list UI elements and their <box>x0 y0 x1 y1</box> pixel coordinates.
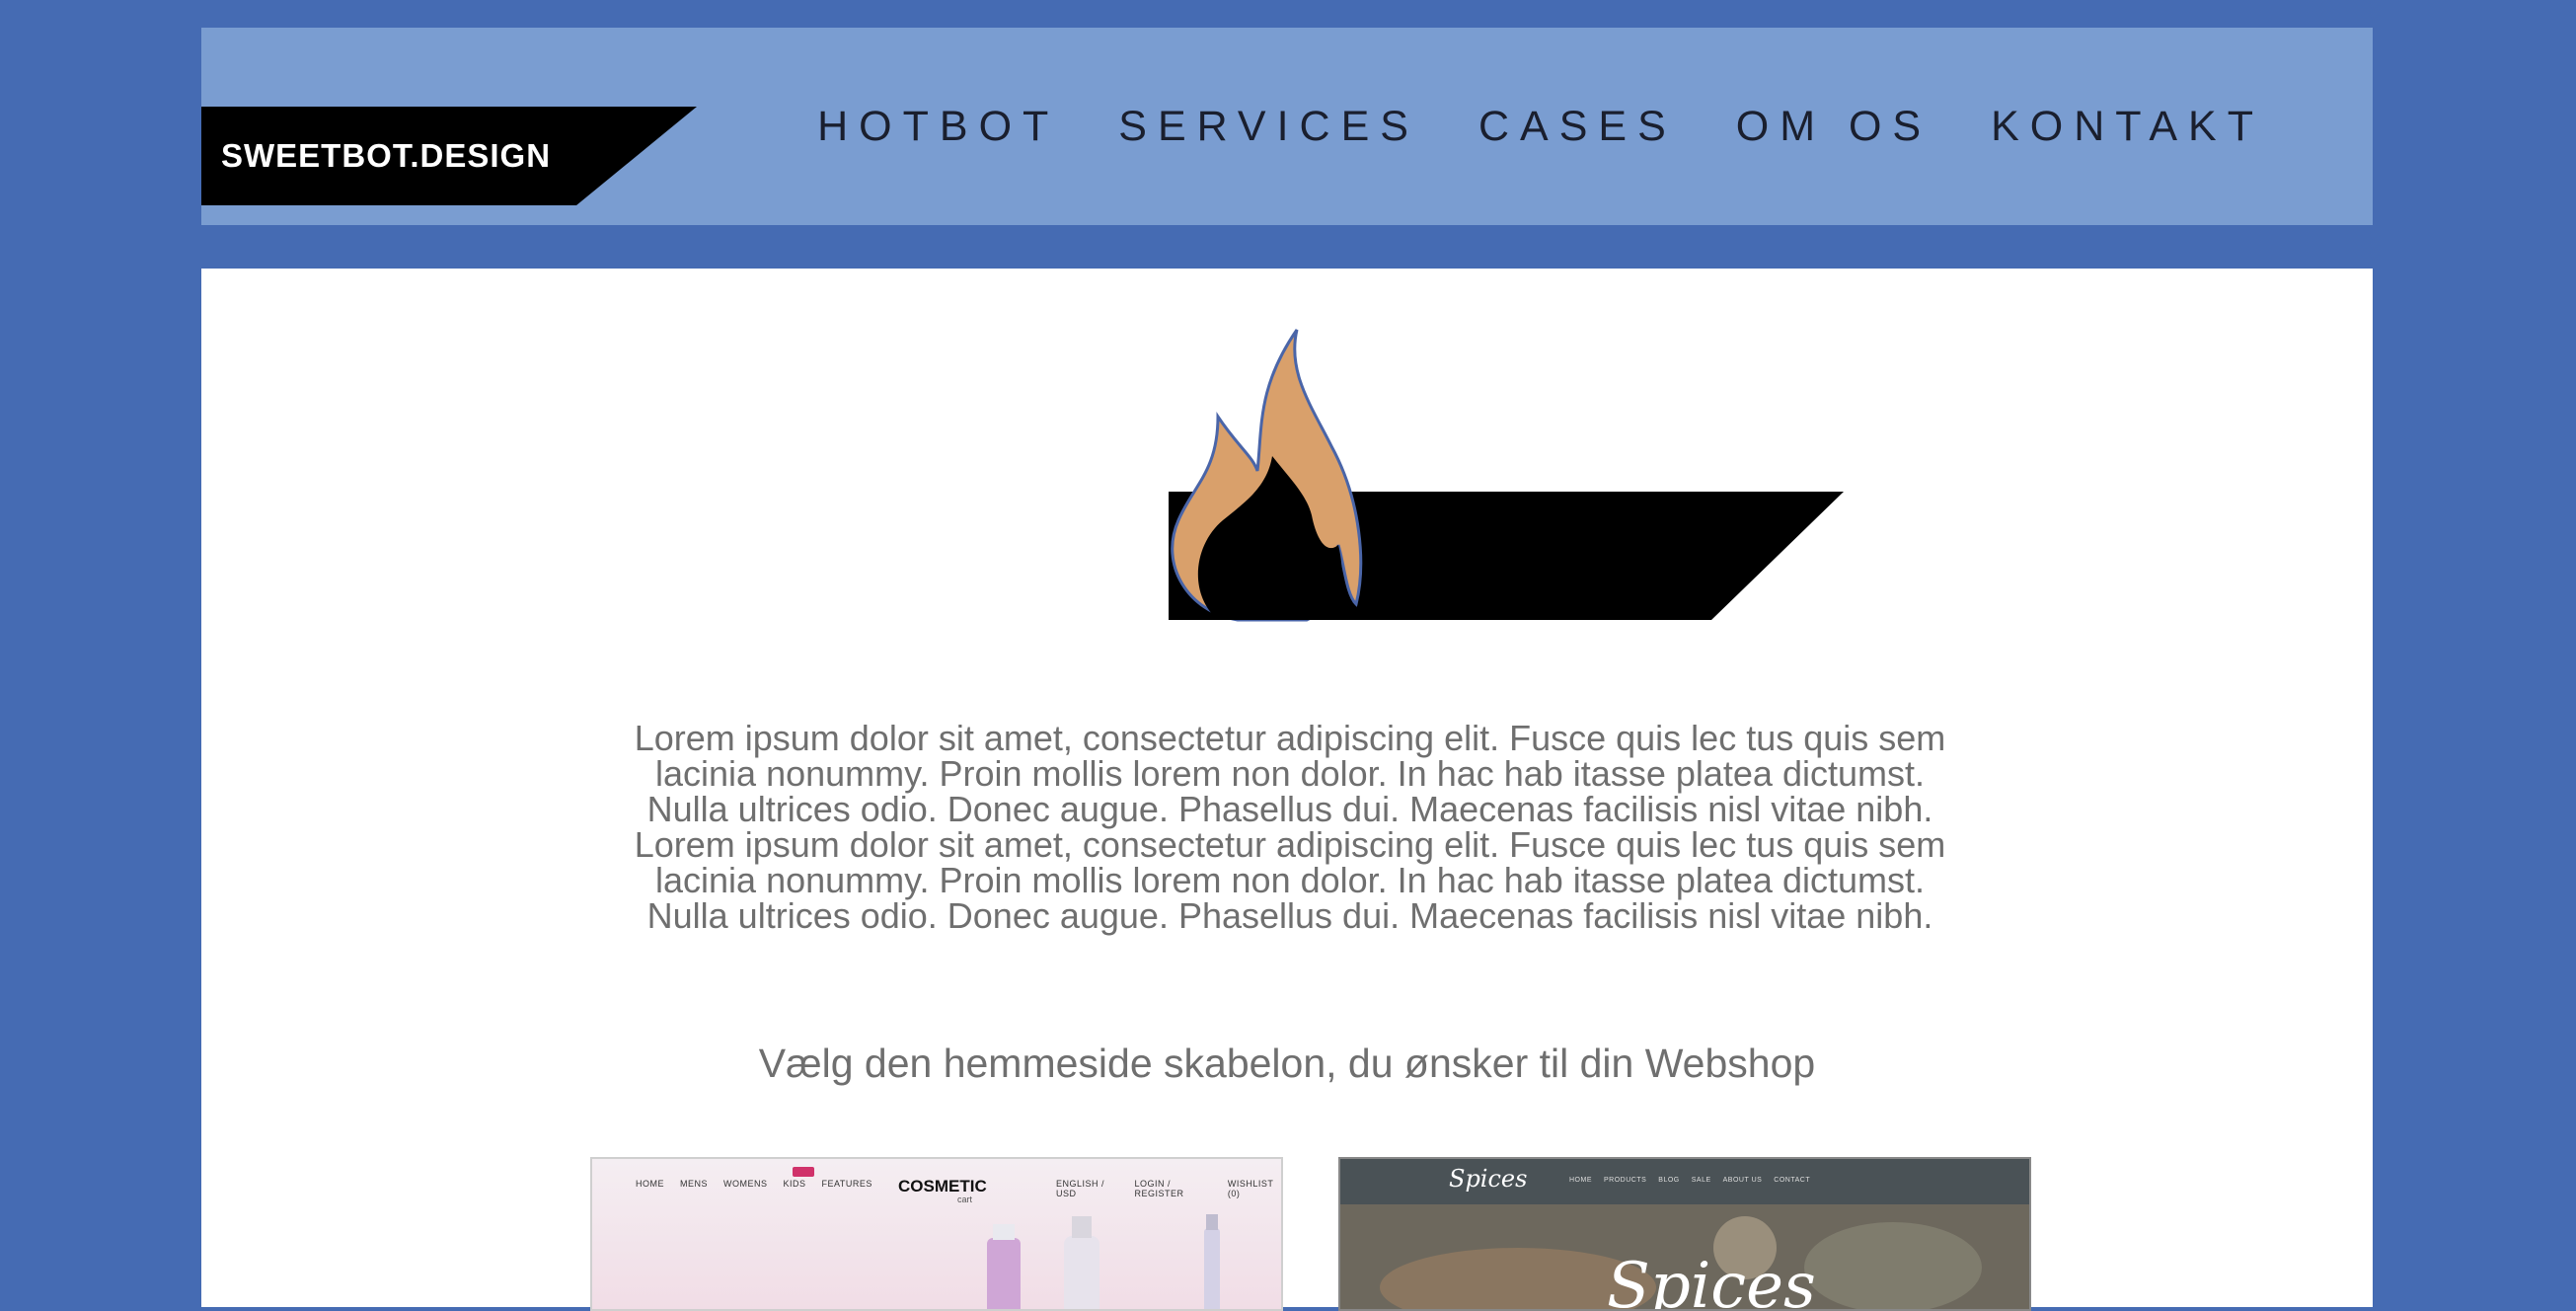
nav-item-kontakt[interactable]: KONTAKT <box>1991 103 2264 151</box>
thumb-nav-item: SALE <box>1691 1177 1711 1184</box>
spices-logo: Spices <box>1449 1165 1528 1193</box>
template-thumbnail-cosmetic[interactable]: HOME MENS WOMENS KIDS FEATURES COSMETIC … <box>590 1157 1283 1311</box>
hotbot-shop-logo: HOTBOT.SHOP <box>971 298 2274 634</box>
thumb-nav-item: BLOG <box>1658 1177 1680 1184</box>
sweetbot-logo[interactable]: SWEETBOT.DESIGN <box>201 107 697 205</box>
nav-item-cases[interactable]: CASES <box>1478 103 1677 151</box>
intro-paragraph: Lorem ipsum dolor sit amet, consectetur … <box>596 721 1984 934</box>
spices-hero-title: Spices <box>1607 1250 1816 1311</box>
intro-line: Lorem ipsum dolor sit amet, consectetur … <box>634 824 1946 865</box>
main-content: HOTBOT.SHOP Lorem ipsum dolor sit amet, … <box>201 269 2373 1311</box>
intro-line: Nulla ultrices odio. Donec augue. Phasel… <box>646 895 1933 936</box>
logo-text: SWEETBOT.DESIGN <box>221 137 552 174</box>
thumb-nav: HOME PRODUCTS BLOG SALE ABOUT US CONTACT <box>1569 1177 1810 1184</box>
intro-line: Nulla ultrices odio. Donec augue. Phasel… <box>646 789 1933 829</box>
thumb-nav-item: ABOUT US <box>1722 1177 1763 1184</box>
nav-item-services[interactable]: SERVICES <box>1118 103 1419 151</box>
thumb-nav-item: HOME <box>1569 1177 1592 1184</box>
main-nav: HOTBOT SERVICES CASES OM OS KONTAKT <box>758 28 2264 225</box>
thumb-nav-item: CONTACT <box>1774 1177 1811 1184</box>
hotbot-shop-text: HOTBOT.SHOP <box>1986 553 2275 595</box>
site-header: SWEETBOT.DESIGN HOTBOT SERVICES CASES OM… <box>201 28 2373 225</box>
cosmetic-products-image <box>987 1214 1220 1309</box>
nav-item-hotbot[interactable]: HOTBOT <box>817 103 1059 151</box>
template-thumbnail-spices[interactable]: Spices HOME PRODUCTS BLOG SALE ABOUT US … <box>1338 1157 2031 1311</box>
nav-item-om-os[interactable]: OM OS <box>1736 103 1932 151</box>
template-prompt: Vælg den hemmeside skabelon, du ønsker t… <box>758 1041 1816 1086</box>
intro-line: lacinia nonummy. Proin mollis lorem non … <box>655 753 1925 794</box>
intro-line: lacinia nonummy. Proin mollis lorem non … <box>655 860 1925 900</box>
thumb-nav-item: PRODUCTS <box>1604 1177 1647 1184</box>
intro-line: Lorem ipsum dolor sit amet, consectetur … <box>634 718 1946 758</box>
